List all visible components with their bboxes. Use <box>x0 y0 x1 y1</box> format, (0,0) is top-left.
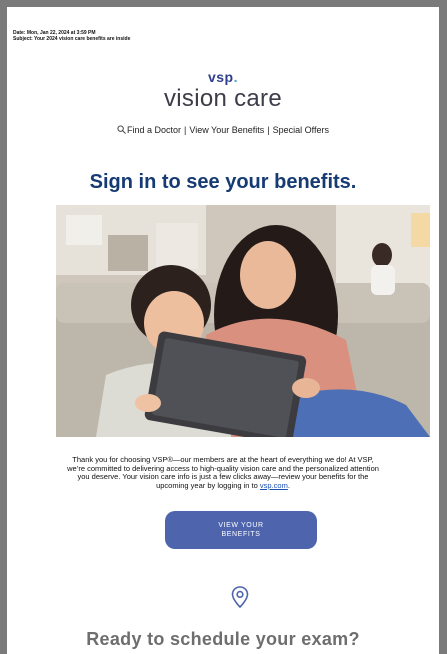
vsp-logo[interactable]: vsp. <box>7 69 439 85</box>
top-nav: Find a Doctor | View Your Benefits | Special… <box>7 125 439 135</box>
vsp-com-link[interactable]: vsp.com <box>260 481 288 490</box>
email-subject: Subject: Your 2024 vision care benefits … <box>13 36 131 42</box>
nav-separator: | <box>267 125 270 135</box>
schedule-exam-heading: Ready to schedule your exam? <box>86 629 360 649</box>
cta-label-line-1: VIEW YOUR <box>218 522 264 529</box>
vsp-logo-dot: . <box>233 69 238 85</box>
email-page: Date: Mon, Jan 22, 2024 at 3:59 PM Subje… <box>7 7 439 654</box>
body-text: Thank you for choosing VSP®—our members … <box>67 455 379 490</box>
page-title: Sign in to see your benefits. <box>89 171 357 193</box>
find-a-doctor-link[interactable]: Find a Doctor <box>127 125 181 135</box>
body-paragraph: Thank you for choosing VSP®—our members … <box>67 455 379 490</box>
cta-label-line-2: BENEFITS <box>221 531 261 538</box>
vsp-logo-mark: vsp <box>207 69 234 85</box>
email-header: Date: Mon, Jan 22, 2024 at 3:59 PM Subje… <box>13 30 130 42</box>
view-your-benefits-button[interactable]: VIEW YOUR BENEFITS <box>165 511 317 549</box>
location-pin-icon <box>231 586 249 608</box>
view-your-benefits-link[interactable]: View Your Benefits <box>189 125 264 135</box>
body-text-end: . <box>287 480 290 490</box>
search-icon <box>117 125 126 134</box>
vision-care-logo-text: vision care <box>163 85 282 112</box>
special-offers-link[interactable]: Special Offers <box>273 125 329 135</box>
nav-separator: | <box>184 125 187 135</box>
hero-image <box>56 205 430 437</box>
